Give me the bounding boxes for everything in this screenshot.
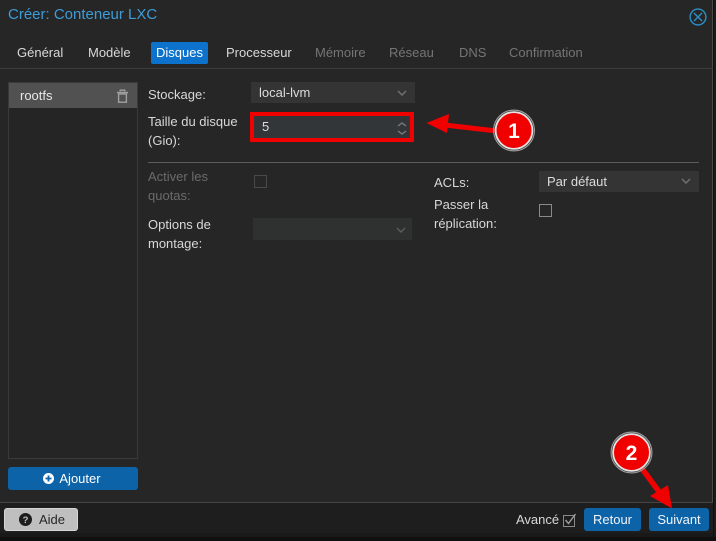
svg-text:?: ? <box>23 515 29 526</box>
